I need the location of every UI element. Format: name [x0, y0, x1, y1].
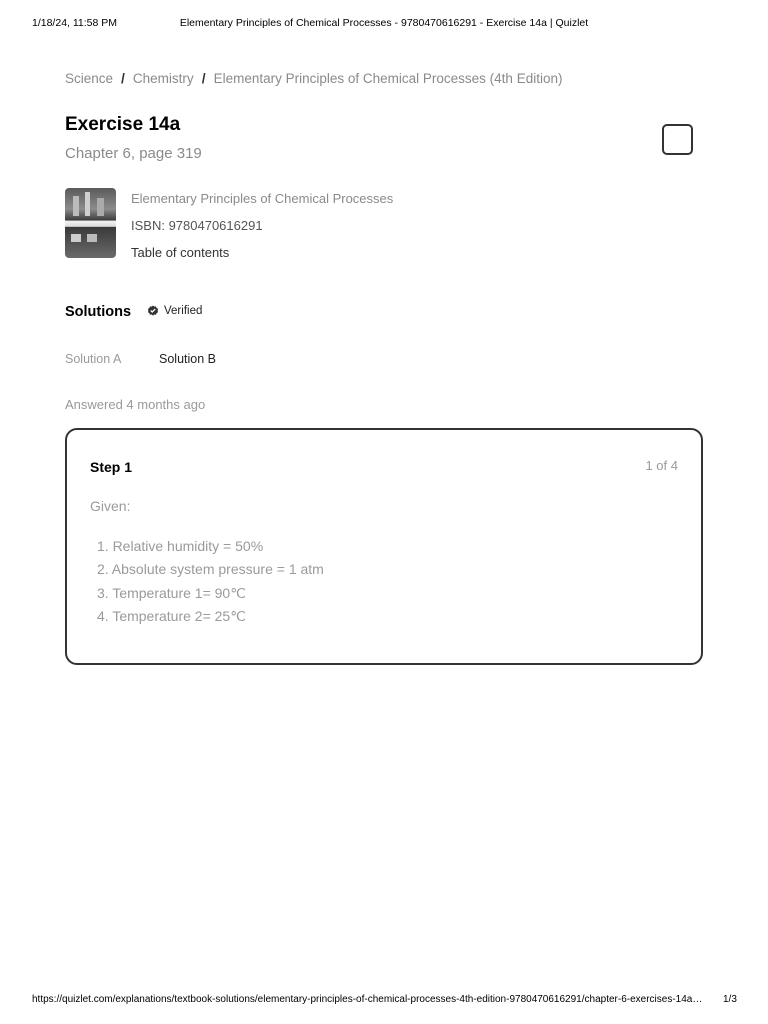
book-cover-image[interactable]	[65, 188, 116, 258]
breadcrumb-science[interactable]: Science	[65, 71, 113, 86]
solutions-heading: Solutions	[65, 304, 132, 320]
step-card: Step 1 1 of 4 Given: 1. Relative humidit…	[65, 428, 703, 665]
breadcrumb-book[interactable]: Elementary Principles of Chemical Proces…	[214, 71, 563, 86]
page-title: Exercise 14a	[65, 114, 181, 135]
book-isbn: ISBN: 9780470616291	[131, 218, 263, 233]
page-subtitle: Chapter 6, page 319	[65, 145, 202, 162]
breadcrumb-chemistry[interactable]: Chemistry	[133, 71, 194, 86]
list-item: 4. Temperature 2= 25℃	[97, 607, 246, 624]
tab-solution-b[interactable]: Solution B	[159, 352, 216, 366]
verified-badge: Verified	[147, 305, 202, 317]
table-of-contents-link[interactable]: Table of contents	[131, 245, 229, 260]
answered-timestamp: Answered 4 months ago	[65, 397, 206, 412]
bookmark-button[interactable]	[662, 124, 693, 155]
list-item: 1. Relative humidity = 50%	[97, 538, 264, 554]
tab-solution-a[interactable]: Solution A	[65, 352, 121, 366]
breadcrumb-separator: /	[121, 70, 125, 86]
list-item: 3. Temperature 1= 90℃	[97, 584, 246, 601]
list-item: 2. Absolute system pressure = 1 atm	[97, 561, 324, 578]
step-title: Step 1	[90, 459, 133, 475]
print-title: Elementary Principles of Chemical Proces…	[179, 17, 589, 29]
print-url: https://quizlet.com/explanations/textboo…	[32, 994, 703, 1005]
step-counter: 1 of 4	[645, 458, 678, 473]
breadcrumb: Science / Chemistry / Elementary Princip…	[65, 70, 562, 86]
given-list: 1. Relative humidity = 50% 2. Absolute s…	[97, 535, 324, 628]
book-title-link[interactable]: Elementary Principles of Chemical Proces…	[131, 191, 393, 206]
given-label: Given:	[90, 498, 131, 514]
verified-label: Verified	[164, 305, 203, 317]
print-page-number: 1/3	[723, 994, 737, 1005]
breadcrumb-separator: /	[201, 70, 206, 86]
verified-badge-icon	[147, 305, 159, 316]
